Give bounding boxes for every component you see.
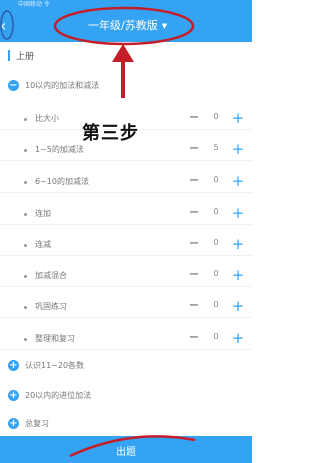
- step-annotation: 第三步: [82, 123, 139, 144]
- button-highlight-curve: [69, 435, 196, 458]
- tutorial-annotation-overlay: [0, 6, 196, 458]
- arrow-head-icon: [112, 44, 134, 62]
- back-highlight-ellipse: [0, 10, 14, 40]
- title-highlight-ellipse: [53, 6, 195, 46]
